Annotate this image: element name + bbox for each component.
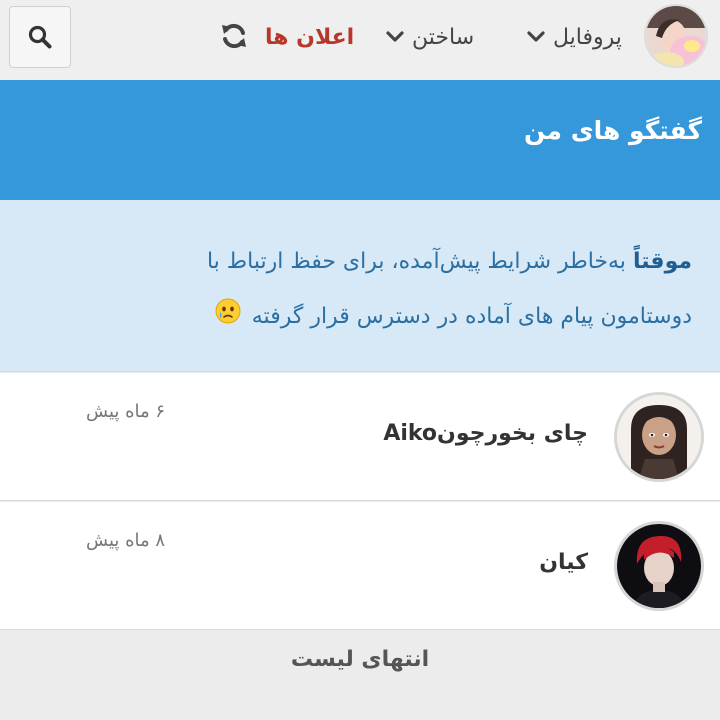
list-end-label: انتهای لیست — [290, 647, 430, 672]
conversation-name: چای بخورچونAiko — [383, 421, 588, 446]
conversation-avatar — [614, 521, 704, 611]
user-avatar[interactable] — [644, 4, 708, 68]
build-menu[interactable]: ساختن — [386, 18, 474, 56]
top-navigation-bar: اعلان ها ساختن پروفایل — [0, 0, 720, 80]
search-button[interactable] — [9, 6, 71, 68]
chevron-down-icon — [386, 30, 404, 44]
notice-text: موقتاً به‌خاطر شرایط پیش‌آمده، برای حفظ … — [112, 234, 692, 345]
conversation-name: کیان — [539, 550, 588, 575]
conversation-item[interactable]: چای بخورچونAiko ۶ ماه پیش — [0, 373, 720, 501]
info-notice: موقتاً به‌خاطر شرایط پیش‌آمده، برای حفظ … — [0, 200, 720, 372]
refresh-icon — [222, 23, 246, 49]
notifications-label: اعلان ها — [265, 24, 355, 50]
conversation-item[interactable]: کیان ۸ ماه پیش — [0, 502, 720, 630]
conversation-avatar — [614, 392, 704, 482]
conversation-time: ۸ ماه پیش — [86, 530, 166, 551]
profile-menu[interactable]: پروفایل — [527, 18, 622, 56]
conversation-time: ۶ ماه پیش — [86, 401, 166, 422]
page-header: گفتگو های من — [0, 80, 720, 200]
refresh-button[interactable] — [218, 20, 250, 52]
profile-label: پروفایل — [553, 24, 622, 50]
crying-face-icon — [215, 290, 241, 345]
notice-body-text: به‌خاطر شرایط پیش‌آمده، برای حفظ ارتباط … — [206, 249, 692, 329]
notice-bold-text: موقتاً — [632, 249, 692, 274]
notifications-link[interactable]: اعلان ها — [265, 18, 354, 56]
build-label: ساختن — [412, 24, 475, 50]
search-icon — [28, 25, 52, 49]
chevron-down-icon — [527, 30, 545, 44]
page-title: گفتگو های من — [524, 116, 702, 145]
